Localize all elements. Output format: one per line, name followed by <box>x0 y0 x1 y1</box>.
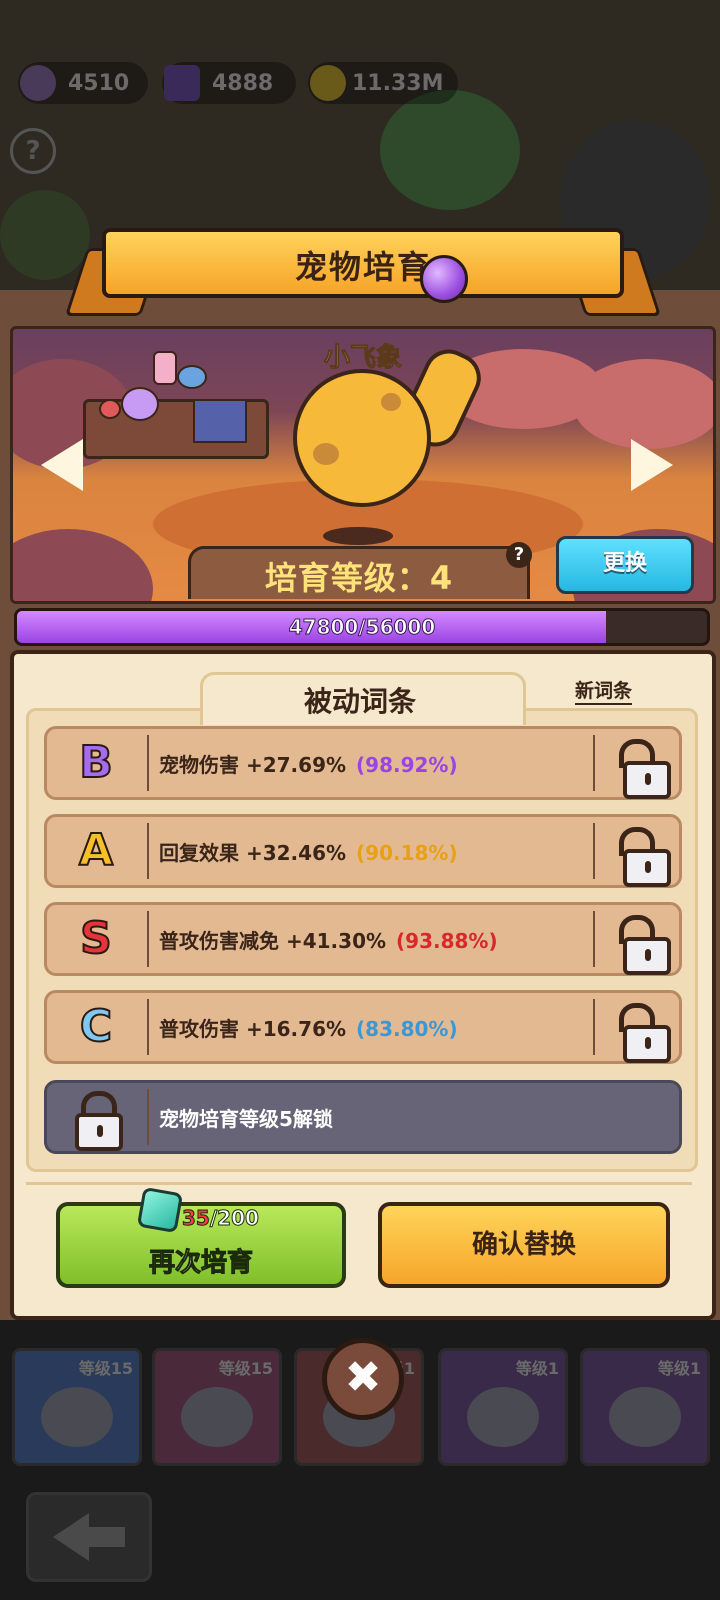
new-affix-link[interactable]: 新词条 <box>575 676 633 705</box>
currency-bar: 4510 4888 11.33M <box>18 62 458 106</box>
back-arrow-icon <box>53 1513 89 1561</box>
affix-value: 普攻伤害 +16.76% <box>159 1017 347 1041</box>
tab-label: 被动词条 <box>303 685 416 718</box>
level-help-icon[interactable]: ? <box>506 542 532 568</box>
affix-row: C 普攻伤害 +16.76% (83.80%) <box>44 990 682 1064</box>
purple-orb-icon <box>420 255 468 303</box>
pet-card-level: 等级15 <box>78 1359 133 1378</box>
purple-cube-icon <box>164 65 200 101</box>
currency-value: 4510 <box>68 71 130 96</box>
potion-bottle-icon <box>153 351 177 385</box>
training-progress-bar: 47800/56000 <box>14 608 710 646</box>
gem-icon <box>99 399 121 419</box>
unlock-toggle-icon[interactable] <box>607 913 677 975</box>
next-pet-arrow-icon[interactable] <box>631 439 673 491</box>
pet-card[interactable]: 等级1 <box>438 1348 568 1466</box>
locked-affix-row: 宠物培育等级5解锁 <box>44 1080 682 1154</box>
affix-row: S 普攻伤害减免 +41.30% (93.88%) <box>44 902 682 976</box>
grade-badge: S <box>79 912 113 965</box>
pet-card[interactable]: 等级15 <box>12 1348 142 1466</box>
pet-card-level: 等级1 <box>515 1359 559 1378</box>
affix-row: B 宠物伤害 +27.69% (98.92%) <box>44 726 682 800</box>
pet-name: 小飞象 <box>323 343 402 374</box>
grade-badge: A <box>78 824 114 877</box>
gold-coin-icon <box>310 65 346 101</box>
affix-quality: (90.18%) <box>356 841 458 865</box>
divider <box>26 1182 692 1185</box>
gem-icon <box>177 365 207 389</box>
previous-pet-arrow-icon[interactable] <box>41 439 83 491</box>
affix-value: 普攻伤害减免 +41.30% <box>159 929 387 953</box>
currency-potions[interactable]: 4510 <box>18 62 148 104</box>
affix-quality: (83.80%) <box>356 1017 458 1041</box>
training-level-plate: 培育等级：4 <box>188 546 530 599</box>
unlock-toggle-icon[interactable] <box>607 1001 677 1063</box>
currency-coins[interactable]: 11.33M <box>308 62 458 104</box>
potion-flask-icon <box>121 387 159 421</box>
title-banner: 宠物培育 <box>102 228 624 298</box>
affix-text: 普攻伤害减免 +41.30% (93.88%) <box>159 925 498 954</box>
currency-value: 11.33M <box>352 71 444 96</box>
affix-quality: (98.92%) <box>356 753 458 777</box>
affix-value: 回复效果 +32.46% <box>159 841 347 865</box>
cost-required: /200 <box>209 1206 259 1231</box>
affix-row: A 回复效果 +32.46% (90.18%) <box>44 814 682 888</box>
pet-card[interactable]: 等级1 <box>580 1348 710 1466</box>
close-button[interactable]: ✖ <box>322 1338 404 1420</box>
confirm-replace-button[interactable]: 确认替换 <box>378 1202 670 1288</box>
training-level-label: 培育等级：4 <box>264 559 454 597</box>
cost-owned: 35 <box>182 1206 211 1231</box>
unlock-toggle-icon[interactable] <box>607 737 677 799</box>
affix-quality: (93.88%) <box>396 929 498 953</box>
help-icon[interactable]: ? <box>10 128 56 174</box>
pet-shadow <box>323 527 393 545</box>
affix-text: 回复效果 +32.46% (90.18%) <box>159 837 458 866</box>
training-gem-icon <box>136 1186 184 1234</box>
pet-card-level: 等级15 <box>218 1359 273 1378</box>
retrain-cost: 35/200 <box>182 1206 260 1231</box>
dialog-title: 宠物培育 <box>294 248 431 286</box>
currency-cubes[interactable]: 4888 <box>162 62 296 104</box>
pet-portrait <box>609 1387 681 1447</box>
affix-text: 普攻伤害 +16.76% (83.80%) <box>159 1013 458 1042</box>
pet-card[interactable]: 等级15 <box>152 1348 282 1466</box>
currency-value: 4888 <box>212 71 274 96</box>
back-button[interactable] <box>26 1492 152 1582</box>
banner-flag <box>193 399 247 443</box>
locked-affix-text: 宠物培育等级5解锁 <box>159 1107 333 1131</box>
pet-card-level: 等级1 <box>657 1359 701 1378</box>
affix-text: 宠物伤害 +27.69% (98.92%) <box>159 749 458 778</box>
pet-portrait <box>467 1387 539 1447</box>
lock-icon <box>75 1091 125 1151</box>
pet-portrait <box>41 1387 113 1447</box>
progress-text: 47800/56000 <box>288 615 436 640</box>
pet-portrait <box>181 1387 253 1447</box>
affix-value: 宠物伤害 +27.69% <box>159 753 347 777</box>
pet-elephant[interactable] <box>293 369 431 507</box>
unlock-toggle-icon[interactable] <box>607 825 677 887</box>
grade-badge: B <box>78 736 114 789</box>
purple-potion-icon <box>20 65 56 101</box>
retrain-button-label: 再次培育 <box>148 1248 253 1279</box>
grade-badge: C <box>79 1000 113 1053</box>
change-pet-button[interactable]: 更换 <box>556 536 694 594</box>
